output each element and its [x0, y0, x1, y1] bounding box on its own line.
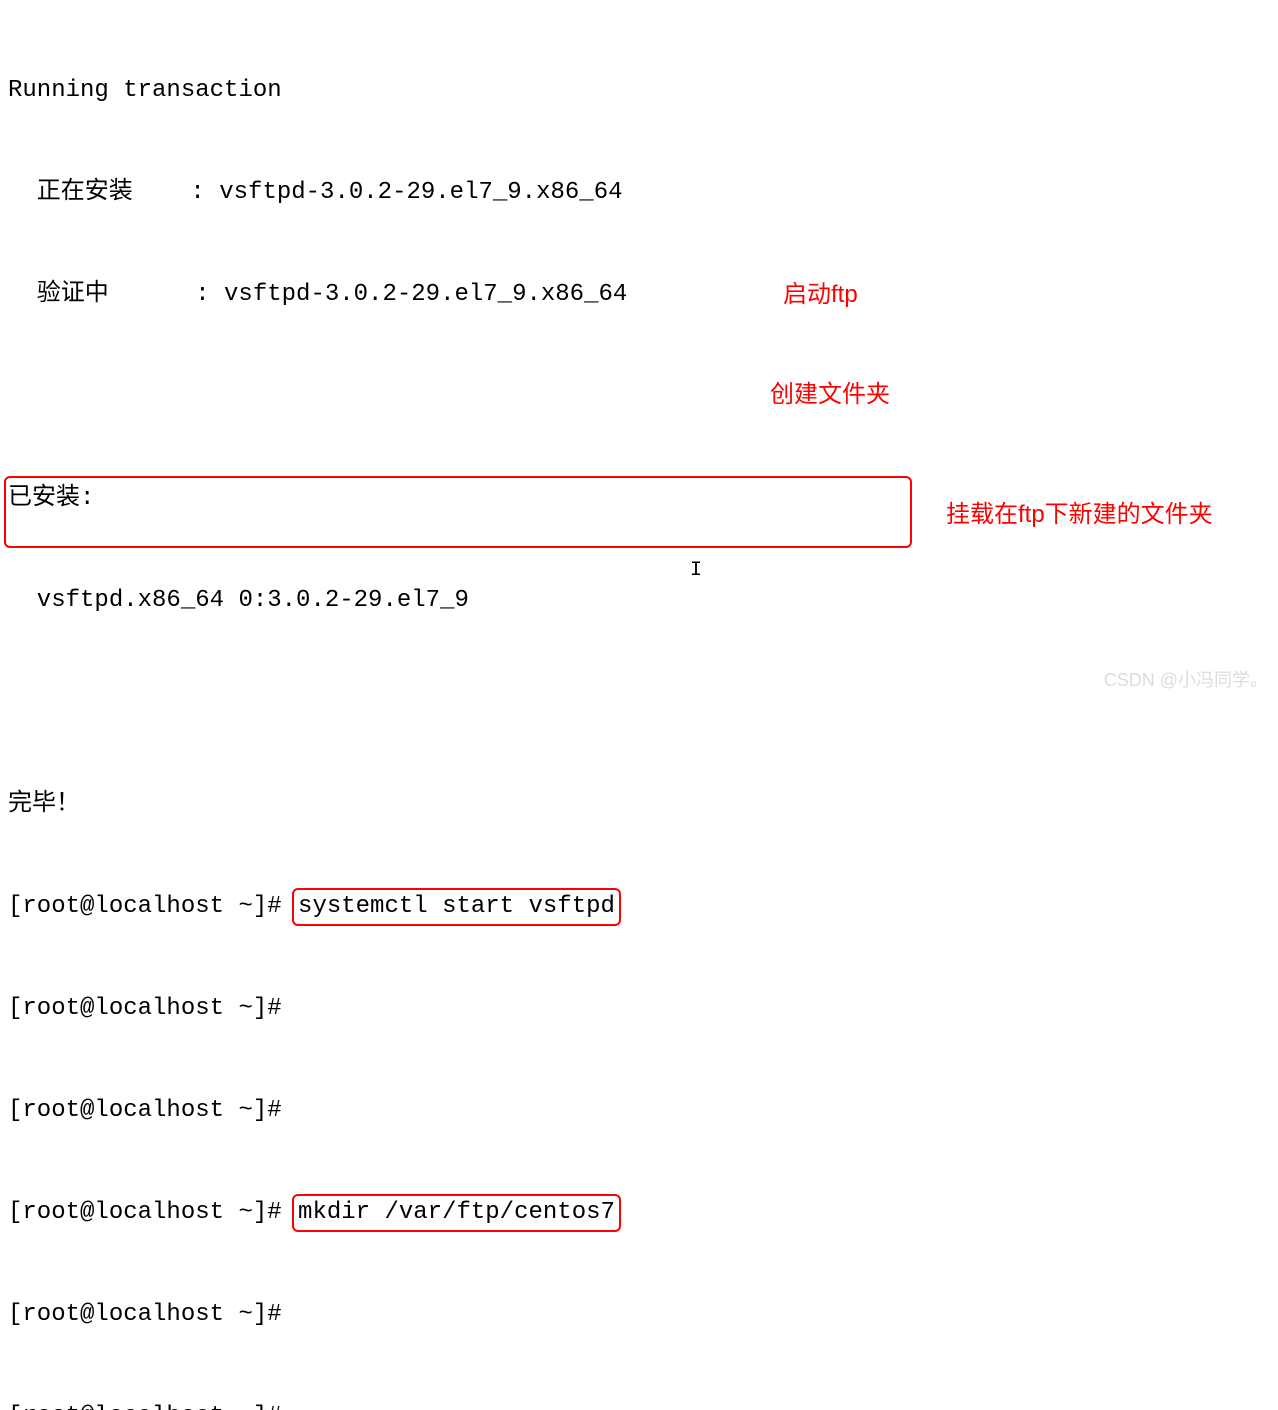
watermark-text: CSDN @小冯同学。	[1104, 663, 1268, 697]
output-label: 验证中 :	[8, 278, 210, 312]
text-cursor-icon: I	[690, 554, 702, 588]
output-line: Running transaction	[8, 74, 282, 108]
command-text[interactable]: mkdir /var/ftp/centos7	[298, 1199, 615, 1226]
output-label: 正在安装 :	[8, 176, 205, 210]
output-line: vsftpd.x86_64 0:3.0.2-29.el7_9	[8, 584, 469, 618]
command-highlight: mkdir /var/ftp/centos7	[292, 1194, 621, 1232]
prompt: [root@localhost ~]#	[8, 1196, 296, 1230]
prompt: [root@localhost ~]#	[8, 1400, 296, 1410]
output-value: vsftpd-3.0.2-29.el7_9.x86_64	[205, 176, 623, 210]
terminal-output: Running transaction 正在安装 : vsftpd-3.0.2-…	[8, 6, 1270, 1410]
output-line: 已安装:	[8, 482, 94, 516]
command-text[interactable]: systemctl start vsftpd	[298, 893, 615, 920]
annotation-mount-folder: 挂载在ftp下新建的文件夹	[946, 498, 1213, 532]
prompt: [root@localhost ~]#	[8, 1298, 296, 1332]
annotation-create-folder: 创建文件夹	[770, 378, 890, 412]
annotation-start-ftp: 启动ftp	[783, 278, 858, 312]
command-highlight: systemctl start vsftpd	[292, 888, 621, 926]
output-value: vsftpd-3.0.2-29.el7_9.x86_64	[210, 278, 628, 312]
prompt: [root@localhost ~]#	[8, 1094, 296, 1128]
prompt: [root@localhost ~]#	[8, 890, 296, 924]
output-line: 完毕！	[8, 788, 80, 822]
prompt: [root@localhost ~]#	[8, 992, 296, 1026]
